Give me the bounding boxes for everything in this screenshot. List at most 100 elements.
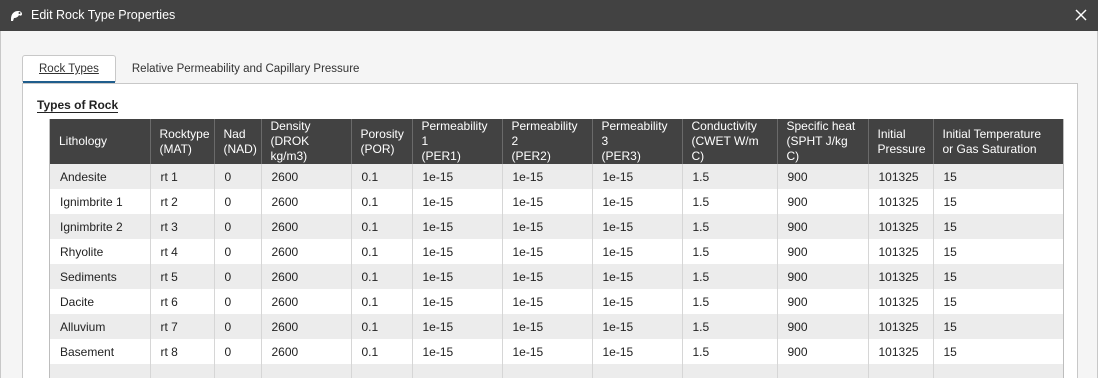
table-row[interactable]: Alluvium rt 7 0 2600 0.1 1e-15 1e-15 1e-15 1.5 90…: [50, 314, 1063, 339]
table-cell[interactable]: 1e-15: [502, 214, 593, 239]
table-cell[interactable]: 15: [933, 189, 1063, 214]
table-cell[interactable]: 1e-15: [592, 289, 683, 314]
table-row[interactable]: Dacite rt 6 0 2600 0.1 1e-15 1e-15 1e-15 1.5 900 1…: [50, 289, 1063, 314]
table-cell[interactable]: 101325: [868, 314, 934, 339]
table-cell[interactable]: Sediments: [50, 264, 151, 289]
table-cell[interactable]: 0.1: [351, 189, 413, 214]
table-cell[interactable]: 1e-15: [412, 189, 503, 214]
table-cell[interactable]: 0: [214, 214, 262, 239]
column-header[interactable]: Density (DROK kg/m3): [261, 119, 352, 164]
table-cell[interactable]: 101325: [868, 289, 934, 314]
column-header[interactable]: Nad (NAD): [214, 119, 262, 164]
table-cell[interactable]: rt 2: [150, 189, 215, 214]
table-cell[interactable]: 900: [777, 239, 869, 264]
table-cell[interactable]: 101325: [868, 189, 934, 214]
table-cell[interactable]: Dacite: [50, 289, 151, 314]
table-cell[interactable]: 1.5: [682, 189, 778, 214]
table-cell[interactable]: 15: [933, 289, 1063, 314]
table-cell[interactable]: 101325: [868, 214, 934, 239]
table-cell[interactable]: 900: [777, 339, 869, 364]
table-cell[interactable]: 0: [214, 289, 262, 314]
table-cell[interactable]: rt 7: [150, 314, 215, 339]
table-cell[interactable]: 2600: [261, 289, 352, 314]
table-row[interactable]: Rhyolite rt 4 0 2600 0.1 1e-15 1e-15 1e-15 1.5 90…: [50, 239, 1063, 264]
table-cell[interactable]: rt 3: [150, 214, 215, 239]
table-row[interactable]: Andesite rt 1 0 2600 0.1 1e-15 1e-15 1e-15 1.5 90…: [50, 164, 1063, 189]
column-header[interactable]: Initial Temperature or Gas Saturation: [933, 119, 1063, 164]
table-cell[interactable]: 0.1: [351, 339, 413, 364]
table-cell[interactable]: 1.5: [682, 289, 778, 314]
table-cell[interactable]: 15: [933, 264, 1063, 289]
table-cell[interactable]: 101325: [868, 264, 934, 289]
table-cell[interactable]: 101325: [868, 339, 934, 364]
tab-relative-permeability[interactable]: Relative Permeability and Capillary Pres…: [116, 55, 376, 82]
table-cell[interactable]: 1e-15: [502, 239, 593, 264]
table-cell[interactable]: 0.1: [351, 214, 413, 239]
table-cell[interactable]: 0: [214, 339, 262, 364]
table-row[interactable]: Basement rt 8 0 2600 0.1 1e-15 1e-15 1e-15 1.5 90…: [50, 339, 1063, 364]
table-cell[interactable]: 0: [214, 264, 262, 289]
table-cell[interactable]: 900: [777, 289, 869, 314]
table-cell[interactable]: 1e-15: [592, 164, 683, 189]
table-cell[interactable]: 1e-15: [412, 239, 503, 264]
table-cell[interactable]: 1e-15: [592, 339, 683, 364]
table-cell[interactable]: 1e-15: [412, 314, 503, 339]
table-cell[interactable]: 1e-15: [502, 289, 593, 314]
table-cell[interactable]: 1e-15: [592, 239, 683, 264]
table-cell[interactable]: 1e-15: [412, 214, 503, 239]
column-header[interactable]: Specific heat (SPHT J/kg C): [777, 119, 869, 164]
table-cell[interactable]: 15: [933, 164, 1063, 189]
table-cell[interactable]: 15: [933, 314, 1063, 339]
table-row[interactable]: Ignimbrite 1 rt 2 0 2600 0.1 1e-15 1e-15 1e-15 1…: [50, 189, 1063, 214]
column-header[interactable]: Lithology: [50, 119, 151, 164]
table-row[interactable]: Ignimbrite 2 rt 3 0 2600 0.1 1e-15 1e-15 1e-15 1…: [50, 214, 1063, 239]
table-cell[interactable]: 2600: [261, 164, 352, 189]
column-header[interactable]: Porosity (POR): [351, 119, 413, 164]
column-header[interactable]: Permeability 2 (PER2): [502, 119, 593, 164]
table-cell[interactable]: 1e-15: [502, 264, 593, 289]
table-cell[interactable]: 1e-15: [502, 339, 593, 364]
table-cell[interactable]: rt 1: [150, 164, 215, 189]
column-header[interactable]: Rocktype (MAT): [150, 119, 215, 164]
table-cell[interactable]: 1e-15: [502, 314, 593, 339]
table-cell[interactable]: 1.5: [682, 164, 778, 189]
table-cell[interactable]: rt 8: [150, 339, 215, 364]
table-cell[interactable]: Rhyolite: [50, 239, 151, 264]
table-cell[interactable]: 0: [214, 314, 262, 339]
table-cell[interactable]: 101325: [868, 164, 934, 189]
table-cell[interactable]: 0.1: [351, 264, 413, 289]
table-cell[interactable]: 1e-15: [412, 264, 503, 289]
table-cell[interactable]: 1.5: [682, 214, 778, 239]
table-cell[interactable]: 1.5: [682, 264, 778, 289]
column-header[interactable]: Initial Pressure: [868, 119, 934, 164]
table-cell[interactable]: rt 4: [150, 239, 215, 264]
table-cell[interactable]: Ignimbrite 2: [50, 214, 151, 239]
table-cell[interactable]: Alluvium: [50, 314, 151, 339]
table-cell[interactable]: 101325: [868, 239, 934, 264]
table-cell[interactable]: 1.5: [682, 339, 778, 364]
table-cell[interactable]: Ignimbrite 1: [50, 189, 151, 214]
table-cell[interactable]: rt 6: [150, 289, 215, 314]
table-cell[interactable]: 1e-15: [592, 214, 683, 239]
table-cell[interactable]: rt 5: [150, 264, 215, 289]
table-cell[interactable]: 2600: [261, 189, 352, 214]
table-cell[interactable]: Basement: [50, 339, 151, 364]
table-cell[interactable]: 0.1: [351, 289, 413, 314]
table-cell[interactable]: 1e-15: [502, 164, 593, 189]
tab-rock-types[interactable]: Rock Types: [22, 55, 116, 83]
rock-types-table-container[interactable]: Lithology Rocktype (MAT) Nad (NAD) Density (DR…: [49, 119, 1064, 378]
table-cell[interactable]: 1e-15: [592, 314, 683, 339]
table-cell[interactable]: 15: [933, 239, 1063, 264]
table-cell[interactable]: 2600: [261, 264, 352, 289]
table-cell[interactable]: 1e-15: [592, 189, 683, 214]
table-cell[interactable]: 2600: [261, 239, 352, 264]
table-cell[interactable]: 2600: [261, 339, 352, 364]
table-cell[interactable]: 1e-15: [412, 289, 503, 314]
table-cell[interactable]: 15: [933, 214, 1063, 239]
table-cell[interactable]: 900: [777, 189, 869, 214]
table-cell[interactable]: 0: [214, 164, 262, 189]
table-cell[interactable]: 0.1: [351, 239, 413, 264]
table-cell[interactable]: 15: [933, 339, 1063, 364]
table-cell[interactable]: 1e-15: [592, 264, 683, 289]
table-cell[interactable]: 1.5: [682, 314, 778, 339]
